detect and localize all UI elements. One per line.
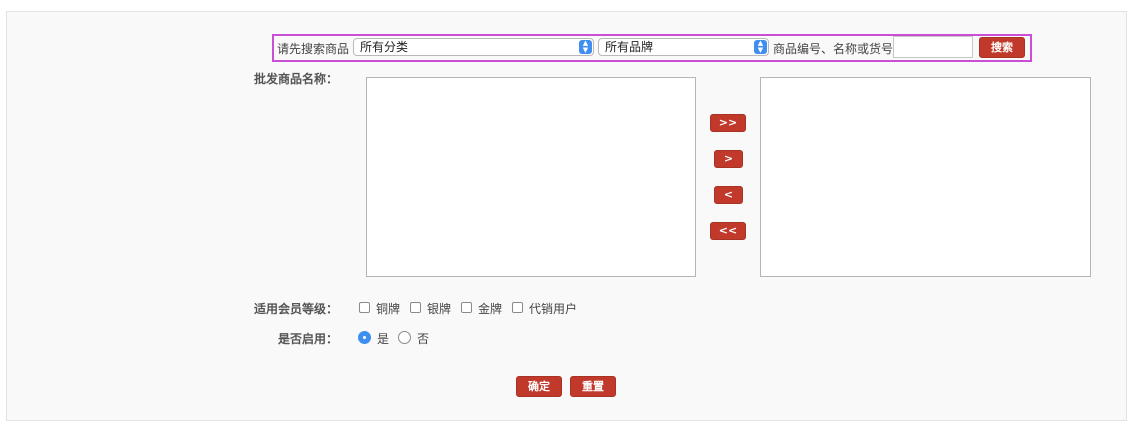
checkbox-silver[interactable]	[410, 302, 421, 313]
move-all-right-button[interactable]: >>	[710, 114, 746, 132]
source-goods-list[interactable]	[366, 77, 696, 277]
search-button[interactable]: 搜索	[979, 37, 1025, 58]
checkbox-bronze[interactable]	[359, 302, 370, 313]
select-arrows-icon: ▲ ▼	[579, 40, 592, 54]
keyword-input[interactable]	[893, 36, 973, 58]
category-select[interactable]: 所有分类 ▲ ▼	[353, 38, 594, 56]
confirm-button[interactable]: 确定	[516, 376, 562, 397]
enabled-label: 是否启用：	[278, 332, 339, 346]
radio-enabled-yes[interactable]	[358, 331, 371, 344]
checkbox-gold-label: 金牌	[478, 302, 503, 316]
checkbox-bronze-label: 铜牌	[376, 302, 401, 316]
goods-name-label: 批发商品名称：	[254, 72, 339, 86]
radio-enabled-yes-label: 是	[377, 332, 390, 346]
member-level-label: 适用会员等级：	[254, 302, 339, 316]
checkbox-agent-user-label: 代销用户	[529, 302, 578, 316]
selected-goods-list[interactable]	[760, 77, 1091, 277]
radio-enabled-no[interactable]	[398, 331, 411, 344]
checkbox-gold[interactable]	[461, 302, 472, 313]
keyword-label: 商品编号、名称或货号	[773, 42, 894, 56]
brand-select[interactable]: 所有品牌 ▲ ▼	[598, 38, 769, 56]
search-prompt-label: 请先搜索商品	[277, 42, 350, 56]
category-select-value: 所有分类	[360, 40, 409, 54]
checkbox-agent-user[interactable]	[512, 302, 523, 313]
select-arrows-icon: ▲ ▼	[754, 40, 767, 54]
reset-button[interactable]: 重置	[570, 376, 616, 397]
brand-select-value: 所有品牌	[605, 40, 654, 54]
radio-enabled-no-label: 否	[417, 332, 430, 346]
move-all-left-button[interactable]: <<	[710, 222, 746, 240]
checkbox-silver-label: 银牌	[427, 302, 452, 316]
move-right-button[interactable]: >	[714, 150, 743, 168]
move-left-button[interactable]: <	[714, 186, 743, 204]
